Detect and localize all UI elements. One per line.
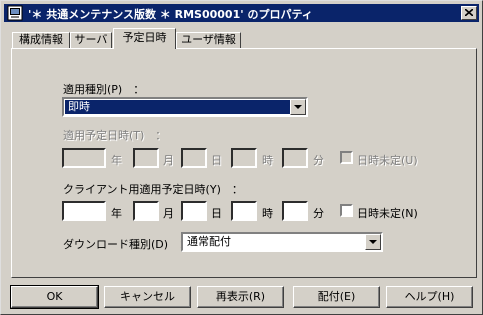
distribute-button[interactable]: 配付(E) <box>293 286 380 308</box>
download-type-value: 通常配付 <box>187 235 231 248</box>
client-day-unit: 日 <box>211 207 222 220</box>
client-minute-field[interactable] <box>282 201 308 221</box>
scheduled-hour-field[interactable] <box>231 148 257 168</box>
close-button[interactable] <box>461 6 477 20</box>
scheduled-undetermined-checkbox[interactable] <box>340 151 353 164</box>
client-undetermined-checkbox[interactable] <box>340 204 353 217</box>
client-year-field[interactable] <box>62 201 106 221</box>
tab-schedule[interactable]: 予定日時 <box>113 28 176 49</box>
window-title: '＊ 共通メンテナンス版数 ＊ RMS00001' のプロパティ <box>28 8 313 21</box>
download-type-dropdown-button[interactable] <box>365 234 381 250</box>
scheduled-month-unit: 月 <box>163 154 174 167</box>
scheduled-year-unit: 年 <box>111 154 122 167</box>
client-hour-field[interactable] <box>231 201 257 221</box>
scheduled-minute-field[interactable] <box>282 148 308 168</box>
help-button[interactable]: ヘルプ(H) <box>386 286 473 308</box>
scheduled-datetime-label: 適用予定日時(T) ： <box>63 129 167 142</box>
redisplay-button[interactable]: 再表示(R) <box>197 286 284 308</box>
tab-server[interactable]: サーバ <box>70 32 112 48</box>
properties-dialog: '＊ 共通メンテナンス版数 ＊ RMS00001' のプロパティ 構成情報 サー… <box>0 0 483 315</box>
ok-button[interactable]: OK <box>10 285 99 309</box>
scheduled-minute-unit: 分 <box>313 154 324 167</box>
scheduled-day-unit: 日 <box>211 154 222 167</box>
scheduled-undetermined-label: 日時未定(U) <box>357 154 418 167</box>
client-day-field[interactable] <box>181 201 207 221</box>
apply-type-dropdown-button[interactable] <box>290 99 306 115</box>
tab-config-info[interactable]: 構成情報 <box>12 32 70 48</box>
apply-type-label: 適用種別(P) ： <box>63 83 145 96</box>
client-month-unit: 月 <box>163 207 174 220</box>
title-bar: '＊ 共通メンテナンス版数 ＊ RMS00001' のプロパティ <box>4 4 479 22</box>
apply-type-value: 即時 <box>65 100 290 114</box>
scheduled-year-field[interactable] <box>62 148 106 168</box>
scheduled-hour-unit: 時 <box>262 154 273 167</box>
scheduled-day-field[interactable] <box>181 148 207 168</box>
download-type-label: ダウンロード種別(D) ： <box>63 238 191 251</box>
apply-type-select[interactable]: 即時 <box>62 97 308 117</box>
client-undetermined-label: 日時未定(N) <box>357 207 418 220</box>
download-type-select[interactable]: 通常配付 <box>181 232 383 252</box>
chevron-down-icon <box>369 240 377 244</box>
scheduled-month-field[interactable] <box>133 148 159 168</box>
tab-user-info[interactable]: ユーザ情報 <box>176 32 241 48</box>
client-year-unit: 年 <box>111 207 122 220</box>
app-icon <box>7 5 23 21</box>
cancel-button[interactable]: キャンセル <box>104 286 191 308</box>
client-hour-unit: 時 <box>262 207 273 220</box>
client-month-field[interactable] <box>133 201 159 221</box>
close-icon <box>465 9 473 16</box>
chevron-down-icon <box>294 105 302 109</box>
client-scheduled-label: クライアント用適用予定日時(Y) ： <box>63 183 243 196</box>
client-minute-unit: 分 <box>313 207 324 220</box>
